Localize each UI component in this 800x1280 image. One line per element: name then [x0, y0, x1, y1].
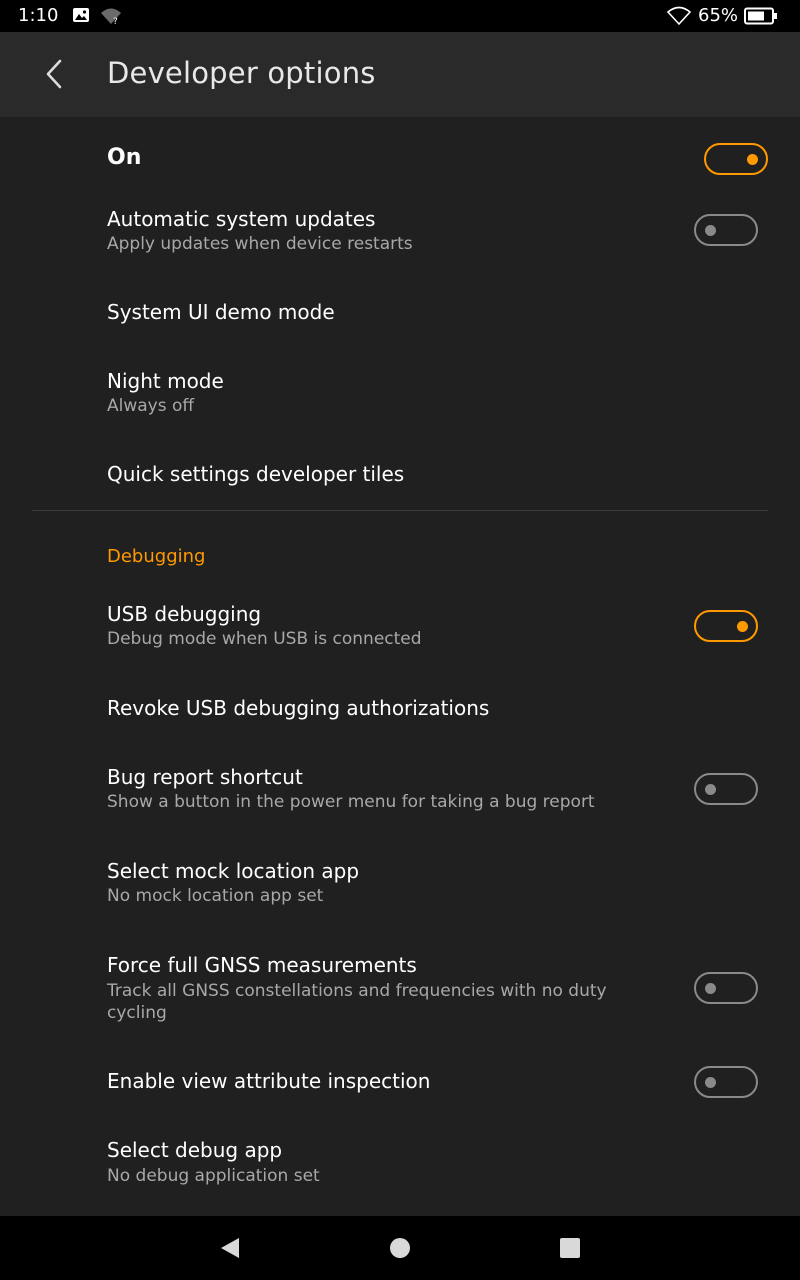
status-time: 1:10	[18, 5, 59, 26]
toggle-knob	[747, 154, 758, 165]
bug-report-subtitle: Show a button in the power menu for taki…	[107, 792, 595, 812]
mock-location-title: Select mock location app	[107, 859, 360, 883]
nav-bar	[0, 1216, 800, 1280]
bug-report-toggle[interactable]	[694, 773, 758, 805]
night-mode-row[interactable]: Night mode Always off	[0, 355, 800, 430]
home-circle-icon	[390, 1238, 410, 1258]
svg-text:?: ?	[113, 17, 118, 26]
auto-updates-title: Automatic system updates	[107, 207, 376, 231]
debug-app-subtitle: No debug application set	[107, 1166, 320, 1186]
usb-debugging-title: USB debugging	[107, 602, 262, 626]
section-divider	[32, 510, 768, 511]
master-switch-row[interactable]: On	[0, 125, 800, 195]
view-attr-row[interactable]: Enable view attribute inspection	[0, 1050, 800, 1116]
demo-mode-title: System UI demo mode	[107, 300, 335, 324]
view-attr-title: Enable view attribute inspection	[107, 1069, 431, 1093]
status-bar: 1:10 ? 65%	[0, 0, 800, 32]
gnss-toggle[interactable]	[694, 972, 758, 1004]
gnss-title: Force full GNSS measurements	[107, 953, 417, 977]
revoke-usb-title: Revoke USB debugging authorizations	[107, 696, 490, 720]
wifi-unknown-icon: ?	[100, 6, 122, 30]
night-mode-subtitle: Always off	[107, 396, 195, 416]
usb-debugging-subtitle: Debug mode when USB is connected	[107, 629, 422, 649]
view-attr-toggle[interactable]	[694, 1066, 758, 1098]
app-bar: Developer options	[0, 32, 800, 117]
bug-report-title: Bug report shortcut	[107, 765, 303, 789]
toggle-knob	[737, 621, 748, 632]
back-button[interactable]	[32, 52, 76, 96]
toggle-knob	[705, 983, 716, 994]
qs-tiles-row[interactable]: Quick settings developer tiles	[0, 440, 800, 506]
nav-back-button[interactable]	[216, 1234, 244, 1262]
debug-app-row[interactable]: Select debug app No debug application se…	[0, 1125, 800, 1205]
gnss-subtitle: Track all GNSS constellations and freque…	[107, 981, 607, 1023]
toggle-knob	[705, 225, 716, 236]
debugging-section-header: Debugging	[107, 546, 206, 567]
debug-app-title: Select debug app	[107, 1138, 283, 1162]
auto-updates-toggle[interactable]	[694, 214, 758, 246]
auto-updates-subtitle: Apply updates when device restarts	[107, 234, 413, 254]
battery-percent: 65%	[698, 5, 739, 26]
mock-location-subtitle: No mock location app set	[107, 886, 324, 906]
auto-updates-row[interactable]: Automatic system updates Apply updates w…	[0, 195, 800, 275]
page-title: Developer options	[107, 56, 376, 90]
usb-debugging-row[interactable]: USB debugging Debug mode when USB is con…	[0, 590, 800, 668]
bug-report-row[interactable]: Bug report shortcut Show a button in the…	[0, 752, 800, 832]
night-mode-title: Night mode	[107, 369, 224, 393]
nav-recents-button[interactable]	[556, 1234, 584, 1262]
toggle-knob	[705, 784, 716, 795]
qs-tiles-title: Quick settings developer tiles	[107, 462, 405, 486]
battery-icon	[744, 7, 778, 29]
usb-debugging-toggle[interactable]	[694, 610, 758, 642]
back-triangle-icon	[221, 1238, 239, 1258]
demo-mode-row[interactable]: System UI demo mode	[0, 280, 800, 346]
master-switch-label: On	[107, 145, 142, 170]
toggle-knob	[705, 1077, 716, 1088]
nav-home-button[interactable]	[386, 1234, 414, 1262]
chevron-left-icon	[46, 59, 62, 89]
wifi-icon	[666, 6, 692, 30]
revoke-usb-row[interactable]: Revoke USB debugging authorizations	[0, 676, 800, 742]
image-icon	[72, 6, 90, 28]
master-switch-toggle[interactable]	[704, 143, 768, 175]
mock-location-row[interactable]: Select mock location app No mock locatio…	[0, 845, 800, 925]
gnss-row[interactable]: Force full GNSS measurements Track all G…	[0, 940, 800, 1040]
recents-square-icon	[560, 1238, 580, 1258]
